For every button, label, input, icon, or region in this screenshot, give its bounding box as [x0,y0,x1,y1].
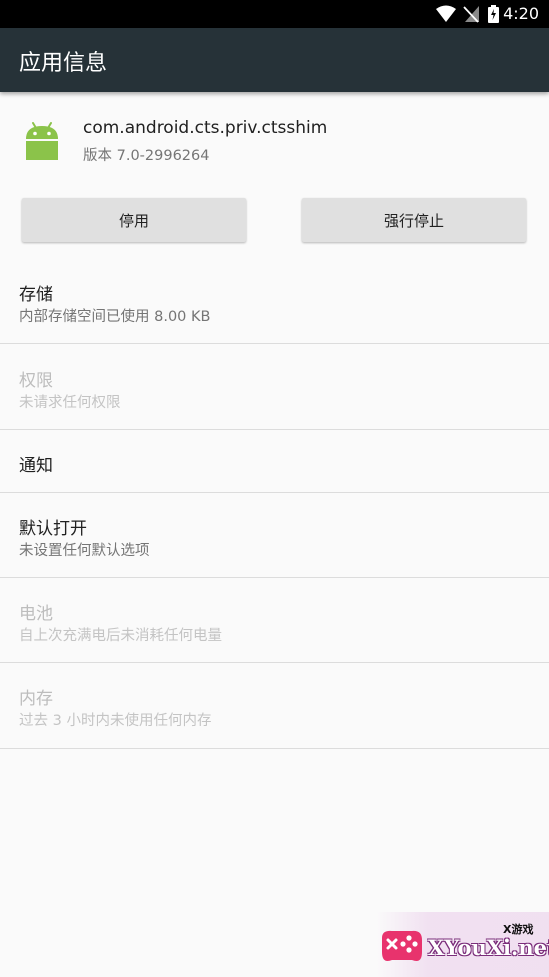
row-title: 通知 [19,456,53,476]
watermark-brand: XYouXi.net [428,935,549,960]
row-subtitle: 自上次充满电后未消耗任何电量 [19,628,222,644]
row-title: 默认打开 [19,519,87,539]
status-bar: 4:20 [0,0,549,28]
row-subtitle: 内部存储空间已使用 8.00 KB [19,309,211,325]
row-subtitle: 过去 3 小时内未使用任何内存 [19,713,212,729]
app-version: 版本 7.0-2996264 [83,148,210,164]
settings-row-permissions: 权限 未请求任何权限 [0,344,549,430]
settings-row-notifications[interactable]: 通知 [0,430,549,492]
app-package-name: com.android.cts.priv.ctsshim [83,118,328,138]
row-title: 存储 [19,285,53,305]
divider [0,748,549,749]
android-app-icon [21,120,63,162]
disable-button[interactable]: 停用 [22,198,246,242]
force-stop-button[interactable]: 强行停止 [302,198,526,242]
row-title: 内存 [19,689,53,709]
app-header [0,92,549,188]
row-title: 权限 [19,371,53,391]
gamepad-logo-icon [378,922,426,970]
page-title: 应用信息 [19,51,108,76]
battery-charging-icon [488,5,499,27]
row-subtitle: 未设置任何默认选项 [19,543,150,559]
app-bar: 应用信息 [0,28,549,92]
settings-row-memory: 内存 过去 3 小时内未使用任何内存 [0,663,549,748]
clock: 4:20 [503,4,539,23]
settings-row-battery: 电池 自上次充满电后未消耗任何电量 [0,578,549,663]
row-subtitle: 未请求任何权限 [19,395,121,411]
settings-row-open-by-default[interactable]: 默认打开 未设置任何默认选项 [0,493,549,578]
no-sim-signal-icon [463,5,479,27]
row-title: 电池 [19,604,53,624]
wifi-icon [436,5,456,27]
settings-row-storage[interactable]: 存储 内部存储空间已使用 8.00 KB [0,258,549,344]
